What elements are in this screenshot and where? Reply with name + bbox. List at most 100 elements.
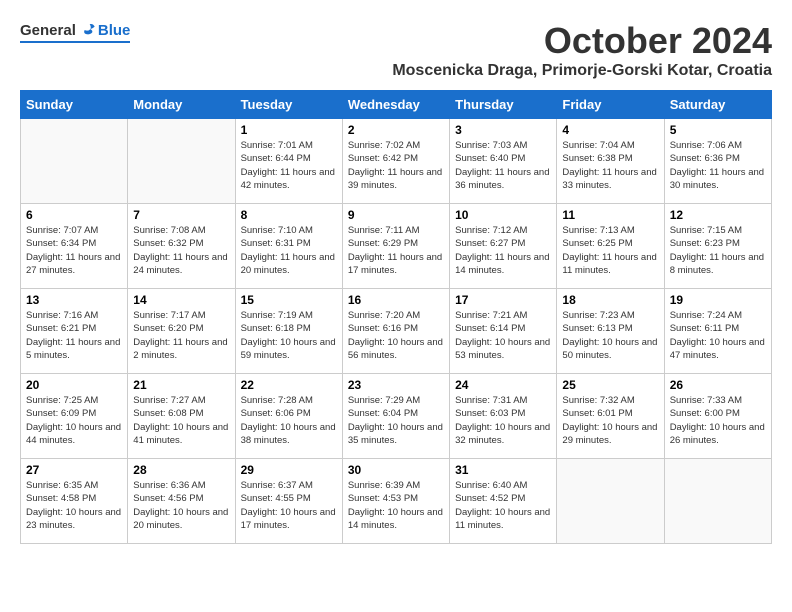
day-number: 15: [241, 293, 337, 307]
day-info: Sunrise: 7:01 AMSunset: 6:44 PMDaylight:…: [241, 139, 337, 192]
day-number: 2: [348, 123, 444, 137]
table-row: 17 Sunrise: 7:21 AMSunset: 6:14 PMDayligh…: [450, 289, 557, 374]
day-info: Sunrise: 7:25 AMSunset: 6:09 PMDaylight:…: [26, 394, 122, 447]
col-wednesday: Wednesday: [342, 91, 449, 119]
day-number: 21: [133, 378, 229, 392]
table-row: 21 Sunrise: 7:27 AMSunset: 6:08 PMDayligh…: [128, 374, 235, 459]
day-number: 13: [26, 293, 122, 307]
day-number: 5: [670, 123, 766, 137]
day-number: 8: [241, 208, 337, 222]
day-info: Sunrise: 7:27 AMSunset: 6:08 PMDaylight:…: [133, 394, 229, 447]
col-saturday: Saturday: [664, 91, 771, 119]
table-row: 13Sunrise: 7:16 AMSunset: 6:21 PMDayligh…: [21, 289, 128, 374]
calendar-table: Sunday Monday Tuesday Wednesday Thursday…: [20, 90, 772, 544]
table-row: 4Sunrise: 7:04 AMSunset: 6:38 PMDaylight…: [557, 119, 664, 204]
day-info: Sunrise: 7:20 AMSunset: 6:16 PMDaylight:…: [348, 309, 444, 362]
day-info: Sunrise: 7:06 AMSunset: 6:36 PMDaylight:…: [670, 139, 766, 192]
day-number: 22: [241, 378, 337, 392]
day-info: Sunrise: 7:21 AMSunset: 6:14 PMDaylight:…: [455, 309, 551, 362]
table-row: 6 Sunrise: 7:07 AMSunset: 6:34 PMDaylight…: [21, 204, 128, 289]
day-info: Sunrise: 7:33 AMSunset: 6:00 PMDaylight:…: [670, 394, 766, 447]
day-number: 28: [133, 463, 229, 477]
table-row: 14 Sunrise: 7:17 AMSunset: 6:20 PMDayligh…: [128, 289, 235, 374]
day-number: 7: [133, 208, 229, 222]
calendar-week-1: 1 Sunrise: 7:01 AMSunset: 6:44 PMDaylight…: [21, 119, 772, 204]
table-row: 9 Sunrise: 7:11 AMSunset: 6:29 PMDaylight…: [342, 204, 449, 289]
day-number: 25: [562, 378, 658, 392]
table-row: 10 Sunrise: 7:12 AMSunset: 6:27 PMDayligh…: [450, 204, 557, 289]
table-row: 11Sunrise: 7:13 AMSunset: 6:25 PMDayligh…: [557, 204, 664, 289]
table-row: 27 Sunrise: 6:35 AMSunset: 4:58 PMDayligh…: [21, 459, 128, 544]
day-number: 17: [455, 293, 551, 307]
table-row: [664, 459, 771, 544]
day-info: Sunrise: 7:02 AMSunset: 6:42 PMDaylight:…: [348, 139, 444, 192]
day-number: 12: [670, 208, 766, 222]
table-row: [128, 119, 235, 204]
day-number: 1: [241, 123, 337, 137]
table-row: 8 Sunrise: 7:10 AMSunset: 6:31 PMDaylight…: [235, 204, 342, 289]
day-number: 24: [455, 378, 551, 392]
day-info: Sunrise: 7:11 AMSunset: 6:29 PMDaylight:…: [348, 224, 444, 277]
day-info: Sunrise: 7:08 AMSunset: 6:32 PMDaylight:…: [133, 224, 229, 277]
day-info: Sunrise: 7:23 AMSunset: 6:13 PMDaylight:…: [562, 309, 658, 362]
table-row: [557, 459, 664, 544]
table-row: 31Sunrise: 6:40 AMSunset: 4:52 PMDayligh…: [450, 459, 557, 544]
calendar-week-3: 13Sunrise: 7:16 AMSunset: 6:21 PMDayligh…: [21, 289, 772, 374]
day-info: Sunrise: 6:39 AMSunset: 4:53 PMDaylight:…: [348, 479, 444, 532]
table-row: 23 Sunrise: 7:29 AMSunset: 6:04 PMDayligh…: [342, 374, 449, 459]
day-info: Sunrise: 7:15 AMSunset: 6:23 PMDaylight:…: [670, 224, 766, 277]
day-info: Sunrise: 7:24 AMSunset: 6:11 PMDaylight:…: [670, 309, 766, 362]
day-info: Sunrise: 7:29 AMSunset: 6:04 PMDaylight:…: [348, 394, 444, 447]
table-row: 20 Sunrise: 7:25 AMSunset: 6:09 PMDayligh…: [21, 374, 128, 459]
table-row: 26 Sunrise: 7:33 AMSunset: 6:00 PMDayligh…: [664, 374, 771, 459]
day-number: 27: [26, 463, 122, 477]
calendar-week-2: 6 Sunrise: 7:07 AMSunset: 6:34 PMDaylight…: [21, 204, 772, 289]
day-number: 19: [670, 293, 766, 307]
day-info: Sunrise: 7:17 AMSunset: 6:20 PMDaylight:…: [133, 309, 229, 362]
day-info: Sunrise: 7:31 AMSunset: 6:03 PMDaylight:…: [455, 394, 551, 447]
day-info: Sunrise: 7:10 AMSunset: 6:31 PMDaylight:…: [241, 224, 337, 277]
table-row: 5 Sunrise: 7:06 AMSunset: 6:36 PMDaylight…: [664, 119, 771, 204]
col-sunday: Sunday: [21, 91, 128, 119]
table-row: 7 Sunrise: 7:08 AMSunset: 6:32 PMDaylight…: [128, 204, 235, 289]
day-info: Sunrise: 6:37 AMSunset: 4:55 PMDaylight:…: [241, 479, 337, 532]
logo-bird-icon: [78, 20, 98, 40]
day-number: 26: [670, 378, 766, 392]
day-number: 29: [241, 463, 337, 477]
calendar-header-row: Sunday Monday Tuesday Wednesday Thursday…: [21, 91, 772, 119]
logo: General Blue: [20, 20, 130, 43]
day-info: Sunrise: 7:03 AMSunset: 6:40 PMDaylight:…: [455, 139, 551, 192]
day-number: 3: [455, 123, 551, 137]
table-row: 30 Sunrise: 6:39 AMSunset: 4:53 PMDayligh…: [342, 459, 449, 544]
day-info: Sunrise: 7:28 AMSunset: 6:06 PMDaylight:…: [241, 394, 337, 447]
location-title: Moscenicka Draga, Primorje-Gorski Kotar,…: [130, 62, 772, 80]
table-row: 22 Sunrise: 7:28 AMSunset: 6:06 PMDayligh…: [235, 374, 342, 459]
table-row: [21, 119, 128, 204]
day-info: Sunrise: 7:32 AMSunset: 6:01 PMDaylight:…: [562, 394, 658, 447]
day-info: Sunrise: 7:19 AMSunset: 6:18 PMDaylight:…: [241, 309, 337, 362]
day-number: 9: [348, 208, 444, 222]
logo-blue-text: Blue: [98, 22, 131, 39]
day-number: 30: [348, 463, 444, 477]
day-info: Sunrise: 7:07 AMSunset: 6:34 PMDaylight:…: [26, 224, 122, 277]
col-monday: Monday: [128, 91, 235, 119]
table-row: 24 Sunrise: 7:31 AMSunset: 6:03 PMDayligh…: [450, 374, 557, 459]
day-number: 10: [455, 208, 551, 222]
table-row: 15 Sunrise: 7:19 AMSunset: 6:18 PMDayligh…: [235, 289, 342, 374]
table-row: 2 Sunrise: 7:02 AMSunset: 6:42 PMDaylight…: [342, 119, 449, 204]
day-number: 20: [26, 378, 122, 392]
day-number: 31: [455, 463, 551, 477]
day-number: 6: [26, 208, 122, 222]
day-number: 23: [348, 378, 444, 392]
col-tuesday: Tuesday: [235, 91, 342, 119]
month-title: October 2024: [130, 20, 772, 62]
day-number: 11: [562, 208, 658, 222]
day-info: Sunrise: 6:35 AMSunset: 4:58 PMDaylight:…: [26, 479, 122, 532]
calendar-week-5: 27 Sunrise: 6:35 AMSunset: 4:58 PMDayligh…: [21, 459, 772, 544]
day-info: Sunrise: 7:04 AMSunset: 6:38 PMDaylight:…: [562, 139, 658, 192]
table-row: 29 Sunrise: 6:37 AMSunset: 4:55 PMDayligh…: [235, 459, 342, 544]
day-info: Sunrise: 7:12 AMSunset: 6:27 PMDaylight:…: [455, 224, 551, 277]
table-row: 12 Sunrise: 7:15 AMSunset: 6:23 PMDayligh…: [664, 204, 771, 289]
col-friday: Friday: [557, 91, 664, 119]
day-number: 14: [133, 293, 229, 307]
